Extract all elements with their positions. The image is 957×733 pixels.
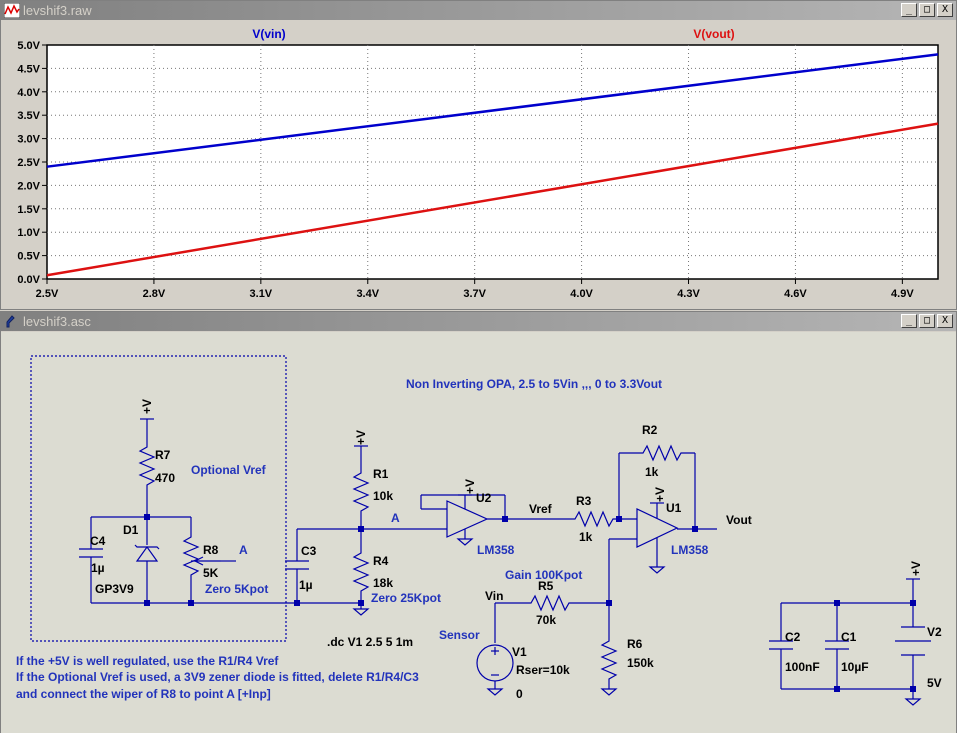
r6-value: 150k: [627, 656, 654, 670]
y-tick-label: 5.0V: [17, 40, 40, 52]
r3-value: 1k: [579, 530, 593, 544]
plot-area[interactable]: [46, 44, 939, 280]
waveform-icon: [4, 3, 20, 18]
u2-name: U2: [476, 491, 492, 505]
supply-label: +V: [140, 399, 154, 414]
y-tick-label: 3.5V: [17, 110, 40, 122]
supply-label-u1: +V: [653, 487, 667, 502]
note-line-1: If the +5V is well regulated, use the R1…: [16, 654, 279, 668]
r2-name: R2: [642, 423, 658, 437]
r8-name: R8: [203, 543, 219, 557]
d1-value: GP3V9: [95, 582, 134, 596]
c3-value: 1µ: [299, 578, 313, 592]
v1-dc: 0: [516, 687, 523, 701]
r1-value: 10k: [373, 489, 393, 503]
r3-name: R3: [576, 494, 592, 508]
x-tick-label: 4.0V: [570, 288, 593, 300]
plot-window: levshif3.raw _ □ X 0.0V 0.5V 1.0V 1.5V 2.0V 2…: [0, 0, 957, 310]
x-tick-label: 3.4V: [356, 288, 379, 300]
r4-note: Zero 25Kpot: [371, 591, 441, 605]
plot-titlebar[interactable]: levshif3.raw _ □ X: [1, 1, 956, 20]
x-tick-label: 4.3V: [677, 288, 700, 300]
maximize-button[interactable]: □: [919, 3, 935, 17]
net-vref: Vref: [529, 502, 553, 516]
schematic-window: levshif3.asc _ □ X +V R7 470 C4 1µ D1 GP…: [0, 311, 957, 733]
c3-name: C3: [301, 544, 317, 558]
supply-label-u2: +V: [463, 479, 477, 494]
v1-value: Rser=10k: [516, 663, 570, 677]
net-vin: Vin: [485, 589, 503, 603]
v1-name: V1: [512, 645, 527, 659]
x-tick-label: 2.5V: [36, 288, 59, 300]
y-tick-label: 2.5V: [17, 157, 40, 169]
optional-vref-label: Optional Vref: [191, 463, 267, 477]
dc-directive[interactable]: .dc V1 2.5 5 1m: [327, 635, 413, 649]
supply-label-r1: +V: [354, 430, 368, 445]
r8-wiper-label: A: [239, 543, 248, 557]
u1-value: LM358: [671, 543, 709, 557]
y-tick-label: 0.0V: [17, 274, 40, 286]
schematic-icon: [6, 315, 15, 328]
r7-name: R7: [155, 448, 171, 462]
d1-name: D1: [123, 523, 139, 537]
r7-value: 470: [155, 471, 175, 485]
c1-name: C1: [841, 630, 857, 644]
minimize-button[interactable]: _: [901, 314, 917, 328]
minimize-button[interactable]: _: [901, 3, 917, 17]
x-tick-label: 3.7V: [463, 288, 486, 300]
x-tick-label: 4.6V: [784, 288, 807, 300]
r8-value: 5K: [203, 566, 219, 580]
net-vout: Vout: [726, 513, 752, 527]
v2-name: V2: [927, 625, 942, 639]
r5-note: Gain 100Kpot: [505, 568, 582, 582]
y-tick-label: 2.0V: [17, 180, 40, 192]
r1-name: R1: [373, 467, 389, 481]
note-line-2: If the Optional Vref is used, a 3V9 zene…: [16, 670, 419, 684]
y-tick-label: 1.0V: [17, 227, 40, 239]
c2-value: 100nF: [785, 660, 820, 674]
r6-name: R6: [627, 637, 643, 651]
v2-value: 5V: [927, 676, 942, 690]
maximize-button[interactable]: □: [919, 314, 935, 328]
y-tick-label: 0.5V: [17, 251, 40, 263]
legend-label-vin[interactable]: V(vin): [252, 27, 285, 41]
y-tick-label: 3.0V: [17, 134, 40, 146]
y-tick-label: 1.5V: [17, 204, 40, 216]
x-tick-label: 3.1V: [250, 288, 273, 300]
schematic-canvas[interactable]: +V R7 470 C4 1µ D1 GP3V9 R8 5K +V R1 10k…: [1, 332, 956, 733]
r2-value: 1k: [645, 465, 659, 479]
close-button[interactable]: X: [937, 314, 953, 328]
x-tick-label: 2.8V: [143, 288, 166, 300]
plot-window-title: levshif3.raw: [23, 3, 92, 18]
circuit-title: Non Inverting OPA, 2.5 to 5Vin ,,, 0 to …: [406, 377, 662, 391]
legend-label-vout[interactable]: V(vout): [693, 27, 734, 41]
supply-label-v2: +V: [909, 561, 923, 576]
y-tick-label: 4.0V: [17, 87, 40, 99]
close-button[interactable]: X: [937, 3, 953, 17]
schematic-titlebar[interactable]: levshif3.asc _ □ X: [1, 312, 956, 331]
c4-name: C4: [90, 534, 106, 548]
v1-note: Sensor: [439, 628, 480, 642]
r5-value: 70k: [536, 613, 556, 627]
waveform-plot[interactable]: 0.0V 0.5V 1.0V 1.5V 2.0V 2.5V 3.0V 3.5V 4.0V 4.5V…: [1, 20, 956, 309]
u2-value: LM358: [477, 543, 515, 557]
note-line-3: and connect the wiper of R8 to point A […: [16, 687, 271, 701]
r4-value: 18k: [373, 576, 393, 590]
x-tick-label: 4.9V: [891, 288, 914, 300]
c4-value: 1µ: [91, 561, 105, 575]
r8-note: Zero 5Kpot: [205, 582, 268, 596]
c2-name: C2: [785, 630, 801, 644]
u1-name: U1: [666, 501, 682, 515]
schematic-window-title: levshif3.asc: [23, 314, 91, 329]
node-a-label: A: [391, 511, 400, 525]
y-tick-label: 4.5V: [17, 63, 40, 75]
c1-value: 10µF: [841, 660, 869, 674]
r4-name: R4: [373, 554, 389, 568]
